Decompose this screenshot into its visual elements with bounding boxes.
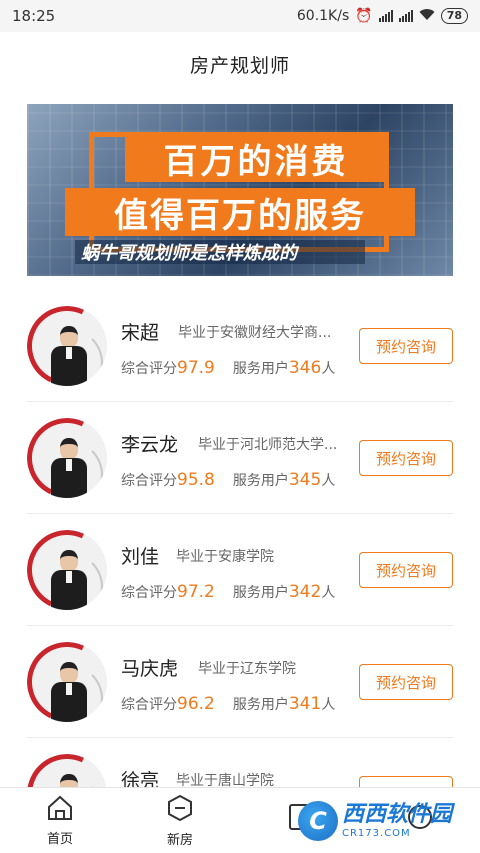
planner-photo [51,326,87,386]
score-value: 97.2 [177,582,215,602]
tab-new-house-label: 新房 [166,832,193,848]
users-unit: 人 [321,473,336,489]
planner-avatar[interactable] [27,530,107,610]
score-label: 综合评分 [121,697,177,713]
users-label: 服务用户 [232,585,289,601]
signal-icon-2 [398,10,413,22]
banner-subtitle: 蜗牛哥规划师是怎样炼成的 [75,240,365,264]
book-consultation-button[interactable]: 预约咨询 [359,440,453,476]
users-label: 服务用户 [232,697,289,713]
page-header: 房产规划师 [0,32,480,96]
users-unit: 人 [321,697,336,713]
planner-photo [51,662,87,722]
score-value: 95.8 [177,470,215,490]
new-house-icon [166,794,194,826]
users-label: 服务用户 [232,361,289,377]
planner-school: 毕业于安康学院 [176,549,274,565]
banner-headline-2: 值得百万的服务 [65,188,415,236]
planner-row[interactable]: 李云龙 毕业于河北师范大学... 综合评分 95.8 服务用户 345 人 预约咨询 [27,402,453,514]
planner-school: 毕业于辽东学院 [198,661,296,677]
book-consultation-button[interactable]: 预约咨询 [359,328,453,364]
users-value: 342 [288,582,322,602]
planner-list: 宋超 毕业于安徽财经大学商... 综合评分 97.9 服务用户 346 人预约咨询 李云龙 毕业… [27,290,453,850]
planner-photo [51,438,87,498]
planner-row[interactable]: 宋超 毕业于安徽财经大学商... 综合评分 97.9 服务用户 346 人 预约咨询 [27,290,453,402]
score-label: 综合评分 [121,361,177,377]
users-value: 345 [288,470,322,490]
watermark-logo-icon: C [298,801,338,841]
watermark-main-text: 西西软件园 [342,802,453,828]
planner-avatar[interactable] [27,306,107,386]
status-time: 18:25 [12,7,56,25]
score-label: 综合评分 [121,585,177,601]
planner-stats: 综合评分 95.8 服务用户 345 人 [121,470,335,490]
score-value: 97.9 [177,358,215,378]
promo-banner[interactable]: 百万的消费 值得百万的服务 蜗牛哥规划师是怎样炼成的 [27,104,453,276]
planner-name: 马庆虎 [121,658,179,680]
score-value: 96.2 [177,694,215,714]
score-label: 综合评分 [121,473,177,489]
planner-photo [51,550,87,610]
book-consultation-button[interactable]: 预约咨询 [359,664,453,700]
tab-home[interactable]: 首页 [0,788,120,853]
users-value: 341 [288,694,322,714]
tab-new-house[interactable]: 新房 [120,788,240,853]
planner-school: 毕业于河北师范大学... [198,437,338,453]
planner-row[interactable]: 刘佳 毕业于安康学院综合评分 97.2 服务用户 342 人 预约咨询 [27,514,453,626]
planner-school: 毕业于安徽财经大学商... [178,325,332,341]
planner-name: 刘佳 [121,546,160,568]
book-consultation-button[interactable]: 预约咨询 [359,552,453,588]
signal-icon [378,10,393,22]
planner-avatar[interactable] [27,642,107,722]
watermark-sub-text: CR173.COM [342,827,411,839]
users-value: 346 [288,358,322,378]
users-label: 服务用户 [232,473,289,489]
planner-stats: 综合评分 97.9 服务用户 346 人 [121,358,335,378]
site-watermark: C 西西软件园 CR173.COM [298,798,476,844]
status-icons: 60.1K/s ⏰ 78 [297,8,468,25]
network-speed: 60.1K/s [296,8,350,24]
home-icon [46,795,74,825]
planner-name: 李云龙 [121,434,179,456]
planner-name: 宋超 [121,322,160,344]
page-title: 房产规划师 [189,54,290,77]
planner-stats: 综合评分 97.2 服务用户 342 人 [121,582,335,602]
planner-row[interactable]: 马庆虎 毕业于辽东学院综合评分 96.2 服务用户 341 人 预约咨询 [27,626,453,738]
users-unit: 人 [321,585,336,601]
users-unit: 人 [321,361,336,377]
battery-icon: 78 [440,8,468,24]
tab-home-label: 首页 [46,831,73,847]
planner-stats: 综合评分 96.2 服务用户 341 人 [121,694,335,714]
status-bar: 18:25 60.1K/s ⏰ 78 [0,0,480,32]
banner-headline-1: 百万的消费 [125,134,387,182]
alarm-icon: ⏰ [355,8,373,24]
wifi-icon [419,8,435,25]
planner-avatar[interactable] [27,418,107,498]
